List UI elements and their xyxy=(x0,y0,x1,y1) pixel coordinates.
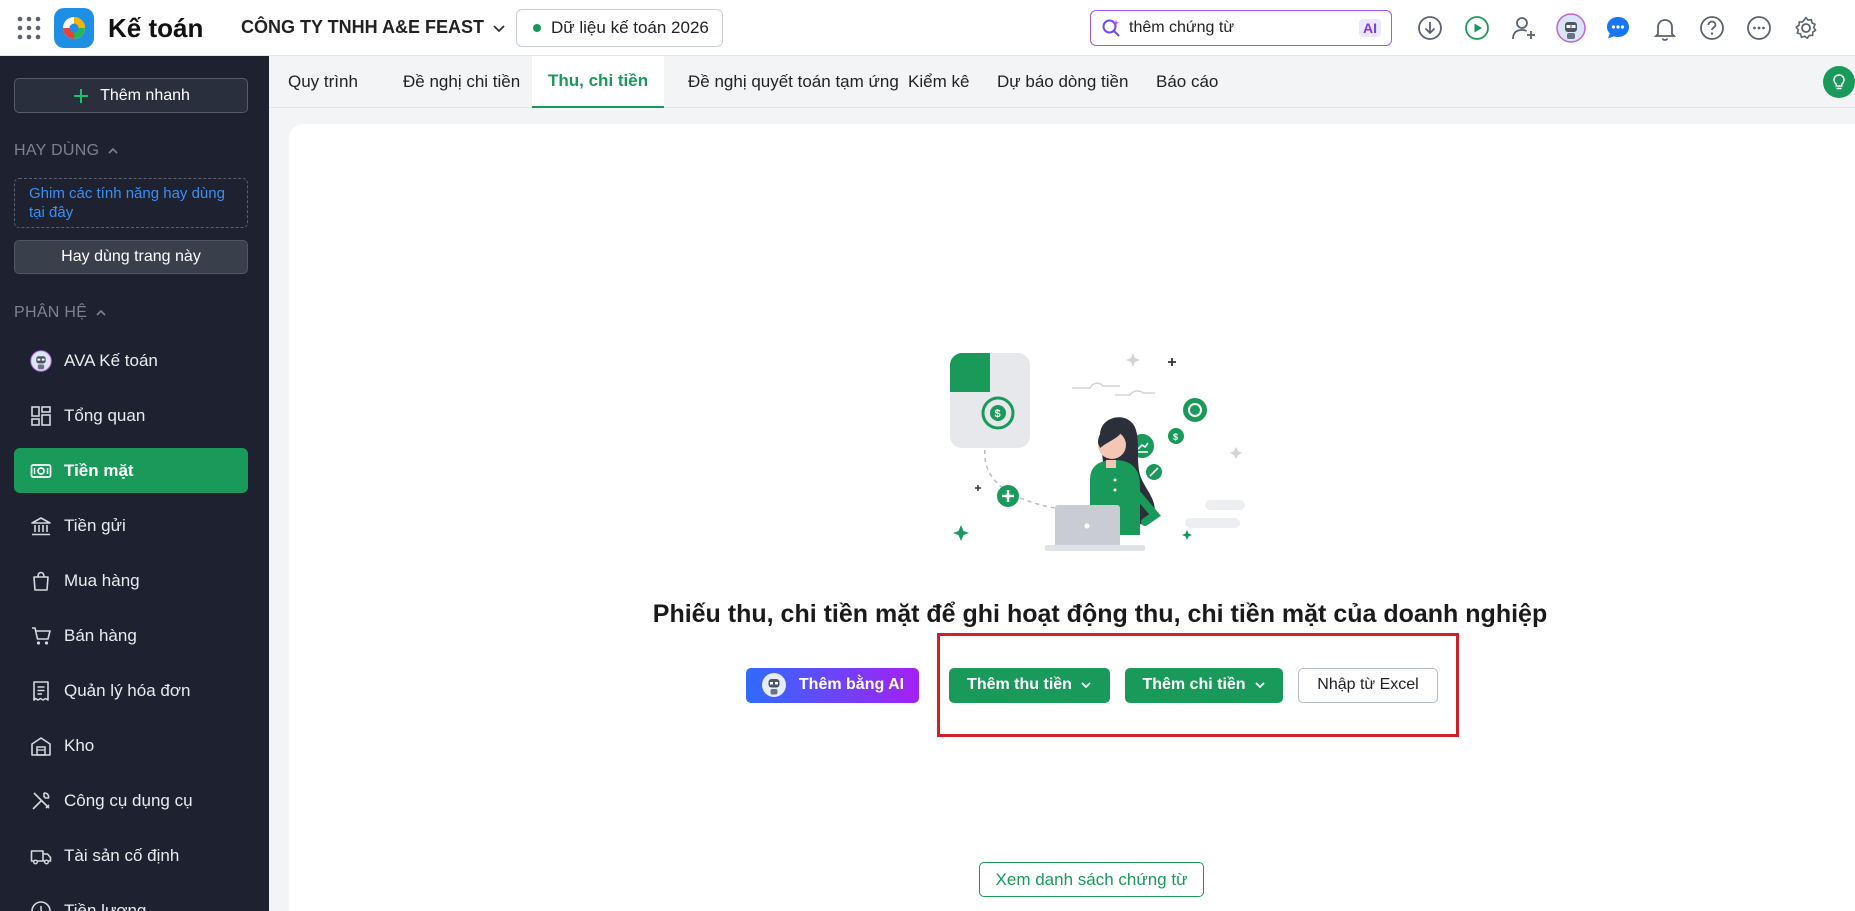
app-logo-icon xyxy=(54,8,94,48)
action-buttons: Thêm bằng AI Thêm thu tiền Thêm chi tiền… xyxy=(746,667,1438,703)
sidebar-item-purchase[interactable]: Mua hàng xyxy=(14,558,248,603)
ava-robot-icon xyxy=(30,349,52,372)
quick-add-button[interactable]: Thêm nhanh xyxy=(14,78,248,113)
chevron-down-icon xyxy=(493,24,505,32)
sidebar: Thêm nhanh HAY DÙNG Ghim các tính năng h… xyxy=(0,56,269,911)
app-title: Kế toán xyxy=(108,13,204,43)
warehouse-icon xyxy=(30,735,52,757)
tab-bar: Quy trình Đề nghị chi tiền Thu, chi tiền… xyxy=(269,56,1855,108)
data-year-selector[interactable]: Dữ liệu kế toán 2026 xyxy=(516,9,723,47)
quick-add-label: Thêm nhanh xyxy=(100,86,190,104)
favorites-section-toggle[interactable]: HAY DÙNG xyxy=(14,142,119,160)
sidebar-item-label: Tiền gửi xyxy=(64,515,126,535)
help-icon[interactable] xyxy=(1694,10,1730,46)
invoice-icon xyxy=(30,680,52,702)
cart-icon xyxy=(30,625,52,647)
empty-state-illustration: $ $ xyxy=(940,350,1250,555)
sidebar-item-salary[interactable]: Tiền lương xyxy=(14,888,248,911)
app-grid-icon[interactable] xyxy=(16,15,42,41)
bell-icon[interactable] xyxy=(1647,10,1683,46)
chevron-up-icon xyxy=(108,147,118,154)
sidebar-item-label: AVA Kế toán xyxy=(64,350,158,370)
view-voucher-list-button[interactable]: Xem danh sách chứng từ xyxy=(979,862,1204,897)
search-input[interactable] xyxy=(1129,19,1349,37)
sidebar-item-invoice[interactable]: Quản lý hóa đơn xyxy=(14,668,248,713)
plus-icon xyxy=(74,88,89,103)
search-box[interactable]: AI xyxy=(1090,10,1392,46)
chevron-down-icon xyxy=(1081,682,1091,689)
svg-text:$: $ xyxy=(995,408,1001,420)
top-bar: Kế toán CÔNG TY TNHH A&E FEAST Dữ liệu k… xyxy=(0,0,1855,56)
tab-advance-settlement[interactable]: Đề nghị quyết toán tạm ứng xyxy=(672,56,915,108)
modules-label: PHÂN HỆ xyxy=(14,304,88,321)
sidebar-item-fixed-assets[interactable]: Tài sản cố định xyxy=(14,833,248,878)
sidebar-item-overview[interactable]: Tổng quan xyxy=(14,393,248,438)
sidebar-item-warehouse[interactable]: Kho xyxy=(14,723,248,768)
chat-icon[interactable] xyxy=(1600,10,1636,46)
add-with-ai-button[interactable]: Thêm bằng AI xyxy=(746,667,919,703)
sidebar-item-label: Tài sản cố định xyxy=(64,845,180,865)
status-dot xyxy=(533,24,541,32)
chevron-up-icon xyxy=(96,309,106,316)
cash-icon xyxy=(30,460,52,482)
favorites-label: HAY DÙNG xyxy=(14,142,100,159)
sidebar-item-cash[interactable]: Tiền mặt xyxy=(14,448,248,493)
tab-reports[interactable]: Báo cáo xyxy=(1140,56,1234,108)
sidebar-item-ava[interactable]: AVA Kế toán xyxy=(14,338,248,383)
import-excel-button[interactable]: Nhập từ Excel xyxy=(1298,667,1438,703)
tab-inventory-check[interactable]: Kiểm kê xyxy=(892,56,985,108)
sidebar-item-label: Kho xyxy=(64,735,95,755)
dashboard-icon xyxy=(30,405,52,427)
add-user-icon[interactable] xyxy=(1506,10,1542,46)
sidebar-item-label: Tiền mặt xyxy=(64,460,134,480)
chevron-down-icon xyxy=(1254,682,1265,689)
tab-payment-request[interactable]: Đề nghị chi tiền xyxy=(387,56,536,108)
add-payment-label: Thêm chi tiền xyxy=(1142,676,1246,693)
top-actions xyxy=(1412,10,1824,46)
company-selector[interactable]: CÔNG TY TNHH A&E FEAST xyxy=(241,17,506,38)
tab-process[interactable]: Quy trình xyxy=(272,56,374,108)
add-receipt-label: Thêm thu tiền xyxy=(967,676,1072,693)
pin-hint: Ghim các tính năng hay dùng tại đây xyxy=(14,178,248,228)
data-year-label: Dữ liệu kế toán 2026 xyxy=(551,18,709,37)
sidebar-item-tools[interactable]: Công cụ dụng cụ xyxy=(14,778,248,823)
bank-icon xyxy=(30,515,52,537)
truck-icon xyxy=(30,845,52,867)
sidebar-nav: AVA Kế toán Tổng quan Tiền mặt Tiền gửi … xyxy=(14,338,248,911)
sidebar-item-sales[interactable]: Bán hàng xyxy=(14,613,248,658)
user-avatar[interactable] xyxy=(1553,10,1589,46)
sidebar-item-label: Mua hàng xyxy=(64,570,140,590)
sidebar-item-label: Tiền lương xyxy=(64,900,147,911)
more-icon[interactable] xyxy=(1741,10,1777,46)
tools-icon xyxy=(30,790,52,812)
favorite-page-button[interactable]: Hay dùng trang này xyxy=(14,240,248,274)
sidebar-item-label: Quản lý hóa đơn xyxy=(64,680,191,700)
add-payment-button[interactable]: Thêm chi tiền xyxy=(1125,667,1283,703)
sidebar-item-label: Bán hàng xyxy=(64,625,137,645)
play-icon[interactable] xyxy=(1459,10,1495,46)
svg-text:$: $ xyxy=(1173,432,1178,442)
salary-icon xyxy=(30,900,52,911)
empty-state-headline: Phiếu thu, chi tiền mặt để ghi hoạt động… xyxy=(652,600,1548,628)
gear-icon[interactable] xyxy=(1788,10,1824,46)
company-name: CÔNG TY TNHH A&E FEAST xyxy=(241,17,485,37)
ava-robot-icon xyxy=(761,673,786,697)
sidebar-item-label: Tổng quan xyxy=(64,405,146,425)
sidebar-item-label: Công cụ dụng cụ xyxy=(64,790,193,810)
add-with-ai-label: Thêm bằng AI xyxy=(798,676,905,693)
lightbulb-icon[interactable] xyxy=(1823,66,1855,98)
ai-search-icon xyxy=(1102,19,1120,37)
download-icon[interactable] xyxy=(1412,10,1448,46)
shopping-bag-icon xyxy=(30,570,52,592)
tab-receipts-payments[interactable]: Thu, chi tiền xyxy=(532,56,665,108)
modules-section-toggle[interactable]: PHÂN HỆ xyxy=(14,304,107,322)
tab-cash-flow-forecast[interactable]: Dự báo dòng tiền xyxy=(981,56,1144,108)
sidebar-item-deposit[interactable]: Tiền gửi xyxy=(14,503,248,548)
add-receipt-button[interactable]: Thêm thu tiền xyxy=(949,667,1110,703)
ai-badge: AI xyxy=(1359,19,1381,37)
